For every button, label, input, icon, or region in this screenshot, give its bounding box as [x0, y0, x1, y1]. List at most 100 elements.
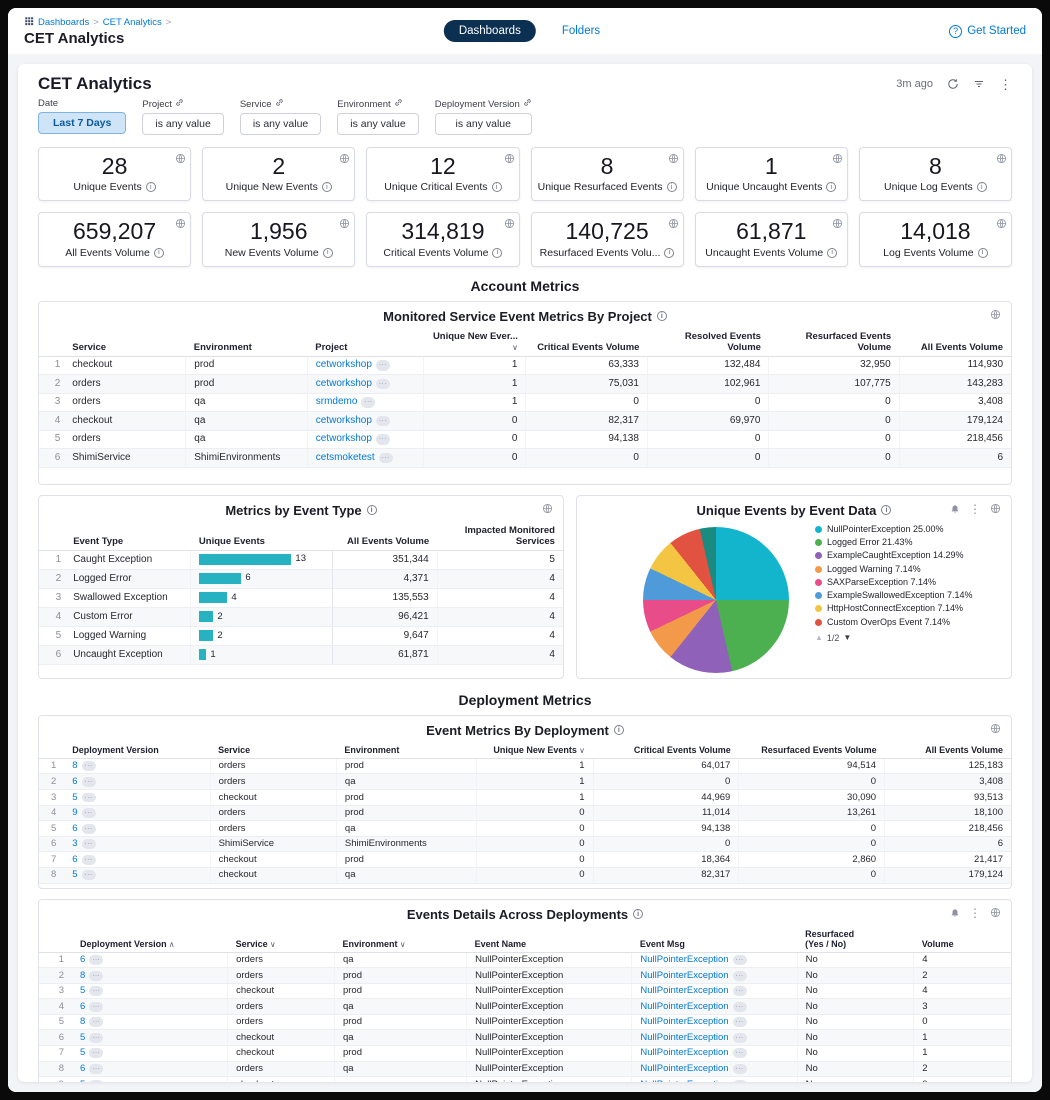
column-header[interactable]: Resurfaced Events Volume	[739, 742, 885, 759]
filter-value[interactable]: is any value	[240, 113, 321, 135]
cell-menu-icon[interactable]: ···	[733, 1080, 747, 1082]
cell-link[interactable]: 8	[80, 1016, 85, 1027]
cell-menu-icon[interactable]: ···	[82, 777, 96, 787]
column-header[interactable]: Impacted Monitored Services	[437, 522, 563, 551]
filter-value[interactable]: is any value	[435, 113, 532, 135]
cell-menu-icon[interactable]: ···	[89, 1017, 103, 1027]
legend-item[interactable]: ExampleCaughtException 14.29%	[815, 550, 975, 561]
info-icon[interactable]: i	[614, 725, 624, 735]
alert-bell-icon[interactable]	[950, 907, 960, 918]
cell-menu-icon[interactable]: ···	[733, 1064, 747, 1074]
info-icon[interactable]: i	[367, 505, 377, 515]
info-icon[interactable]: i	[826, 182, 836, 192]
column-header[interactable]: Deployment Version ∧	[72, 926, 228, 953]
column-header[interactable]: Service	[210, 742, 336, 759]
breadcrumb-dashboards[interactable]: Dashboards	[38, 17, 89, 28]
cell-link[interactable]: NullPointerException	[640, 954, 728, 965]
column-header[interactable]: All Events Volume	[885, 742, 1011, 759]
cell-menu-icon[interactable]: ···	[82, 761, 96, 771]
explore-icon[interactable]	[996, 151, 1007, 169]
cell-menu-icon[interactable]: ···	[82, 793, 96, 803]
cell-menu-icon[interactable]: ···	[82, 870, 96, 880]
cell-link[interactable]: 5	[72, 792, 77, 803]
column-header[interactable]: All Events Volume	[899, 328, 1011, 357]
cell-menu-icon[interactable]: ···	[733, 971, 747, 981]
column-header[interactable]: Environment	[186, 328, 308, 357]
cell-menu-icon[interactable]: ···	[89, 986, 103, 996]
info-icon[interactable]: i	[667, 182, 677, 192]
filter-value[interactable]: is any value	[142, 113, 223, 135]
info-icon[interactable]: i	[322, 182, 332, 192]
cell-link[interactable]: 5	[80, 1047, 85, 1058]
cell-menu-icon[interactable]: ···	[89, 971, 103, 981]
cell-link[interactable]: 8	[72, 760, 77, 771]
cell-link[interactable]: srmdemo	[316, 396, 358, 407]
explore-icon[interactable]	[339, 216, 350, 234]
explore-icon[interactable]	[832, 216, 843, 234]
cell-menu-icon[interactable]: ···	[376, 360, 390, 370]
cell-menu-icon[interactable]: ···	[733, 986, 747, 996]
cell-link[interactable]: 8	[80, 970, 85, 981]
cell-menu-icon[interactable]: ···	[89, 955, 103, 965]
column-header[interactable]: Event Name	[467, 926, 632, 953]
filter-value[interactable]: Last 7 Days	[38, 112, 126, 134]
cell-link[interactable]: 5	[80, 985, 85, 996]
cell-menu-icon[interactable]: ···	[82, 855, 96, 865]
legend-page-up-icon[interactable]: ▲	[815, 633, 823, 642]
column-header[interactable]: Unique New Events ∨	[476, 742, 593, 759]
explore-icon[interactable]	[990, 723, 1001, 734]
explore-icon[interactable]	[542, 503, 553, 514]
cell-menu-icon[interactable]: ···	[376, 434, 390, 444]
column-header[interactable]: Service	[64, 328, 186, 357]
cell-menu-icon[interactable]: ···	[89, 1080, 103, 1082]
cell-link[interactable]: 6	[80, 954, 85, 965]
explore-icon[interactable]	[996, 216, 1007, 234]
breadcrumb-cet-analytics[interactable]: CET Analytics	[103, 17, 162, 28]
cell-menu-icon[interactable]: ···	[82, 808, 96, 818]
explore-icon[interactable]	[504, 216, 515, 234]
kebab-menu-icon[interactable]: ⋮	[999, 78, 1012, 91]
info-icon[interactable]: i	[978, 248, 988, 258]
column-header[interactable]: Resurfaced (Yes / No)	[797, 926, 914, 953]
column-header[interactable]: Event Msg	[632, 926, 797, 953]
legend-item[interactable]: SAXParseException 7.14%	[815, 577, 975, 588]
column-header[interactable]: Project	[307, 328, 424, 357]
explore-icon[interactable]	[990, 907, 1001, 918]
cell-link[interactable]: 5	[80, 1079, 85, 1082]
cell-link[interactable]: 6	[72, 776, 77, 787]
cell-link[interactable]: NullPointerException	[640, 970, 728, 981]
cell-link[interactable]: cetworkshop	[316, 359, 372, 370]
cell-link[interactable]: cetsmoketest	[316, 452, 375, 463]
cell-menu-icon[interactable]: ···	[733, 1002, 747, 1012]
legend-item[interactable]: Logged Error 21.43%	[815, 537, 975, 548]
info-icon[interactable]: i	[633, 909, 643, 919]
filter-icon[interactable]	[973, 78, 985, 90]
cell-menu-icon[interactable]: ···	[89, 1064, 103, 1074]
cell-menu-icon[interactable]: ···	[89, 1048, 103, 1058]
cell-link[interactable]: cetworkshop	[316, 378, 372, 389]
column-header[interactable]: Environment ∨	[334, 926, 466, 953]
explore-icon[interactable]	[339, 151, 350, 169]
cell-link[interactable]: 5	[72, 869, 77, 880]
info-icon[interactable]: i	[657, 311, 667, 321]
cell-menu-icon[interactable]: ···	[82, 824, 96, 834]
column-header[interactable]: Event Type	[65, 522, 191, 551]
cell-link[interactable]: 6	[72, 823, 77, 834]
info-icon[interactable]: i	[827, 248, 837, 258]
cell-link[interactable]: NullPointerException	[640, 1016, 728, 1027]
info-icon[interactable]: i	[664, 248, 674, 258]
cell-menu-icon[interactable]: ···	[379, 453, 393, 463]
get-started-link[interactable]: ? Get Started	[949, 25, 1026, 38]
explore-icon[interactable]	[990, 309, 1001, 320]
cell-menu-icon[interactable]: ···	[376, 416, 390, 426]
column-header[interactable]: Unique Events	[191, 522, 332, 551]
column-header[interactable]: Resurfaced Events Volume	[769, 328, 899, 357]
cell-link[interactable]: NullPointerException	[640, 1063, 728, 1074]
cell-menu-icon[interactable]: ···	[376, 379, 390, 389]
cell-link[interactable]: cetworkshop	[316, 415, 372, 426]
column-header[interactable]: Environment	[336, 742, 476, 759]
info-icon[interactable]: i	[323, 248, 333, 258]
explore-icon[interactable]	[668, 216, 679, 234]
cell-link[interactable]: 6	[72, 854, 77, 865]
legend-item[interactable]: ExampleSwallowedException 7.14%	[815, 590, 975, 601]
